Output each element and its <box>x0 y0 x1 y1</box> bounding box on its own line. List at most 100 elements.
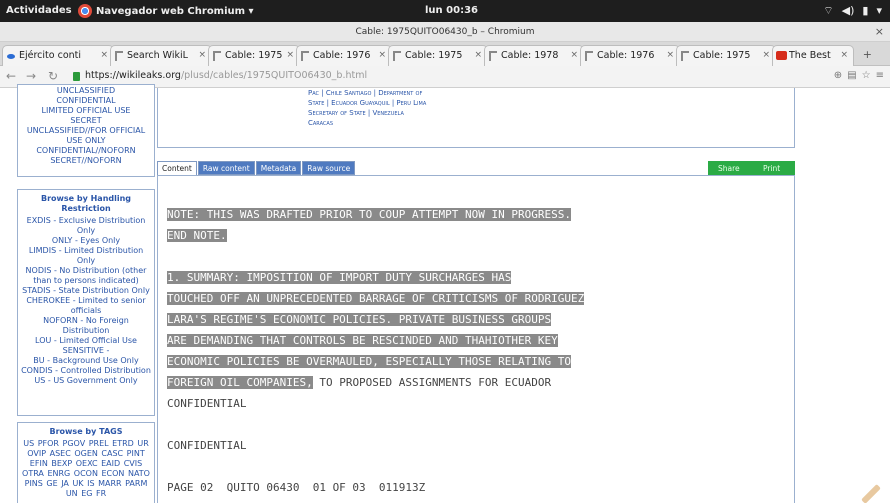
youtube-icon <box>776 51 787 60</box>
toolbar-right: ⊕ ▤ ☆ ≡ <box>834 70 884 81</box>
activities-button[interactable]: Actividades <box>6 5 72 16</box>
chromium-icon <box>78 4 92 18</box>
wikileaks-icon <box>681 51 689 61</box>
handling-heading: Browse by Handling Restriction <box>40 194 132 213</box>
forward-arrow-icon[interactable]: → <box>26 69 36 83</box>
clock[interactable]: lun 00:36 <box>425 5 478 16</box>
cable-line: NOTE: THIS WAS DRAFTED PRIOR TO COUP ATT… <box>167 208 571 221</box>
tab-metadata[interactable]: Metadata <box>255 161 302 175</box>
app-menu-label: Navegador web Chromium ▾ <box>96 5 254 17</box>
system-tray[interactable]: ⌔ ◀) ▮ ▾ <box>823 4 882 18</box>
cable-line: LARA'S REGIME'S ECONOMIC POLICIES. PRIVA… <box>167 313 552 326</box>
tab-close-icon[interactable]: × <box>378 46 386 65</box>
tags-box: Browse by TAGS US PFOR PGOV PREL ETRD UR… <box>17 422 155 503</box>
tab-raw-source[interactable]: Raw source <box>302 161 356 175</box>
classification-link[interactable]: UNCLASSIFIED <box>18 86 154 96</box>
browser-tab[interactable]: Cable: 1975 × <box>388 45 488 66</box>
bookmark-star-icon[interactable]: ☆ <box>862 70 871 81</box>
recipient-links: Pac | Chile Santiago | Department of Sta… <box>308 88 426 128</box>
print-button[interactable]: Print <box>763 164 780 173</box>
cable-line: PAGE 02 QUITO 06430 01 OF 03 011913Z <box>167 481 426 494</box>
handling-link[interactable]: EXDIS - Exclusive Distribution Only <box>18 216 154 236</box>
tab-close-icon[interactable]: × <box>286 46 294 65</box>
handling-link[interactable]: LOU - Limited Official Use <box>18 336 154 346</box>
url-path: /plusd/cables/1975QUITO06430_b.html <box>180 70 368 81</box>
menu-icon[interactable]: ≡ <box>876 70 884 81</box>
classification-link[interactable]: SECRET//NOFORN <box>18 156 154 166</box>
browser-tab[interactable]: Cable: 1975 × <box>676 45 776 66</box>
tab-raw-content[interactable]: Raw content <box>197 161 255 175</box>
globe-icon <box>7 54 15 59</box>
handling-link[interactable]: CONDIS - Controlled Distribution <box>18 366 154 376</box>
app-menu[interactable]: Navegador web Chromium ▾ <box>78 3 254 19</box>
browser-tab[interactable]: Cable: 1976 × <box>296 45 392 66</box>
tab-label: Cable: 1976 <box>313 50 371 61</box>
wikileaks-icon <box>489 51 497 61</box>
cable-line: END NOTE. <box>167 229 227 242</box>
browser-tab[interactable]: Cable: 1975 × <box>208 45 300 66</box>
url-field[interactable]: https://wikileaks.org/plusd/cables/1975Q… <box>85 70 367 81</box>
browser-tab[interactable]: Cable: 1976 × <box>580 45 680 66</box>
back-arrow-icon[interactable]: ← <box>6 69 16 83</box>
recipient-link-line[interactable]: Caracas <box>308 118 426 128</box>
share-button[interactable]: Share <box>718 164 740 173</box>
tab-close-icon[interactable]: × <box>570 46 578 65</box>
tab-content[interactable]: Content <box>157 161 197 175</box>
classification-link[interactable]: SECRET <box>18 116 154 126</box>
wikileaks-icon <box>213 51 221 61</box>
recipient-link-line[interactable]: Pac | Chile Santiago | Department of <box>308 88 426 98</box>
browser-tab[interactable]: Search WikiL × <box>110 45 212 66</box>
cable-line: 1. SUMMARY: IMPOSITION OF IMPORT DUTY SU… <box>167 271 512 284</box>
recipient-link-line[interactable]: State | Ecuador Guayaquil | Peru Lima <box>308 98 426 108</box>
tab-close-icon[interactable]: × <box>840 46 848 65</box>
lock-icon[interactable] <box>73 72 80 81</box>
recipient-link-line[interactable]: Secretary of State | Venezuela <box>308 108 426 118</box>
translate-icon[interactable]: ▤ <box>847 70 856 81</box>
classification-link[interactable]: UNCLASSIFIED//FOR OFFICIAL USE ONLY <box>18 126 154 146</box>
new-tab-button[interactable]: + <box>863 48 872 61</box>
tab-strip: Ejército conti × Search WikiL × Cable: 1… <box>0 42 890 66</box>
handling-link[interactable]: NODIS - No Distribution (other than to p… <box>18 266 154 286</box>
handling-link[interactable]: SENSITIVE - <box>18 346 154 356</box>
cable-line-highlighted: FOREIGN OIL COMPANIES, <box>167 376 313 389</box>
cable-line: TOUCHED OFF AN UNPRECEDENTED BARRAGE OF … <box>167 292 585 305</box>
zoom-icon[interactable]: ⊕ <box>834 70 842 81</box>
cable-line: ECONOMIC POLICIES BE OVERMAULED, ESPECIA… <box>167 355 571 368</box>
handling-link[interactable]: BU - Background Use Only <box>18 356 154 366</box>
cable-line: CONFIDENTIAL <box>167 439 247 452</box>
browser-tab[interactable]: The Best × <box>772 45 854 66</box>
network-icon: ⌔ <box>823 4 834 17</box>
tab-label: Cable: 1975 <box>693 50 751 61</box>
handling-link[interactable]: ONLY - Eyes Only <box>18 236 154 246</box>
tab-close-icon[interactable]: × <box>198 46 206 65</box>
handling-link[interactable]: US - US Government Only <box>18 376 154 386</box>
classification-box: UNCLASSIFIED CONFIDENTIAL LIMITED OFFICI… <box>17 84 155 177</box>
wikileaks-icon <box>585 51 593 61</box>
tab-close-icon[interactable]: × <box>474 46 482 65</box>
handling-link[interactable]: STADIS - State Distribution Only <box>18 286 154 296</box>
close-window-icon[interactable]: × <box>875 22 884 42</box>
system-top-bar: Actividades Navegador web Chromium ▾ lun… <box>0 0 890 22</box>
classification-link[interactable]: CONFIDENTIAL <box>18 96 154 106</box>
web-page: UNCLASSIFIED CONFIDENTIAL LIMITED OFFICI… <box>0 84 890 503</box>
tab-close-icon[interactable]: × <box>100 46 108 65</box>
menu-arrow-icon: ▾ <box>876 4 882 17</box>
classification-link[interactable]: LIMITED OFFICIAL USE <box>18 106 154 116</box>
cable-line: ARE DEMANDING THAT CONTROLS BE RESCINDED… <box>167 334 558 347</box>
handling-link[interactable]: CHEROKEE - Limited to senior officials <box>18 296 154 316</box>
cable-line-rest: TO PROPOSED ASSIGNMENTS FOR ECUADOR <box>312 376 552 389</box>
wikileaks-icon <box>393 51 401 61</box>
browser-tab[interactable]: Ejército conti × <box>2 45 114 66</box>
classification-link[interactable]: CONFIDENTIAL//NOFORN <box>18 146 154 156</box>
tab-label: The Best <box>789 50 831 61</box>
tab-close-icon[interactable]: × <box>666 46 674 65</box>
window-titlebar: Cable: 1975QUITO06430_b – Chromium × <box>0 22 890 42</box>
tab-close-icon[interactable]: × <box>762 46 770 65</box>
reload-icon[interactable]: ↻ <box>48 69 58 83</box>
browser-tab[interactable]: Cable: 1978 × <box>484 45 584 66</box>
tags-list[interactable]: US PFOR PGOV PREL ETRD UR OVIP ASEC OGEN… <box>18 439 154 499</box>
window-title: Cable: 1975QUITO06430_b – Chromium <box>355 27 535 37</box>
tab-label: Search WikiL <box>127 50 188 61</box>
handling-link[interactable]: NOFORN - No Foreign Distribution <box>18 316 154 336</box>
handling-link[interactable]: LIMDIS - Limited Distribution Only <box>18 246 154 266</box>
